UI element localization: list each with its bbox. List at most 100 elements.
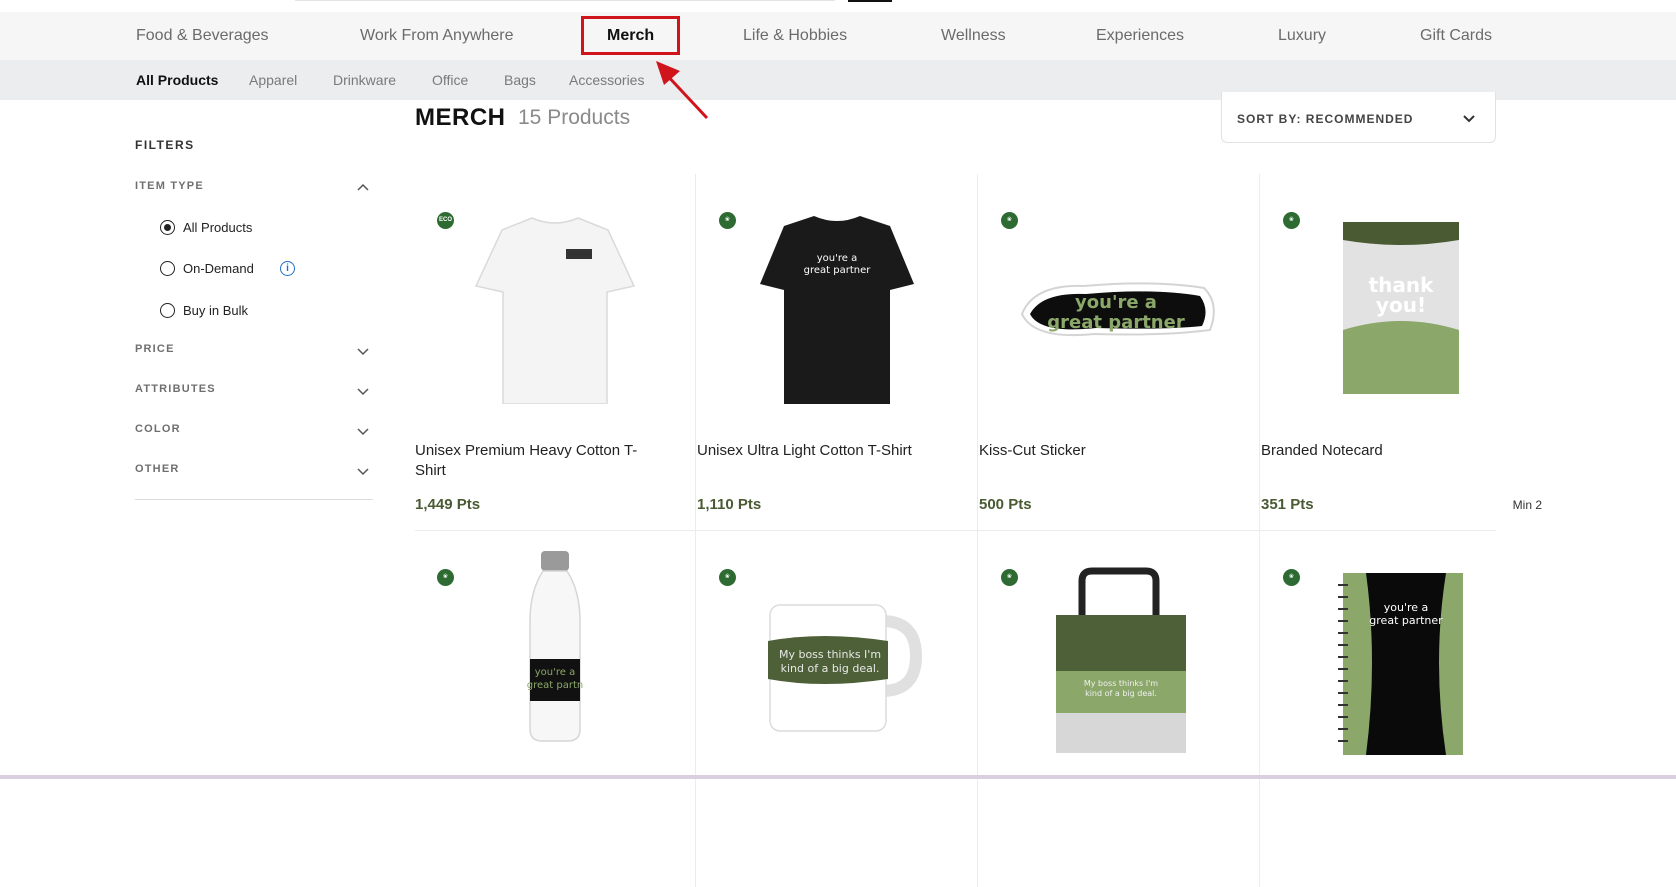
product-name[interactable]: Kiss-Cut Sticker <box>979 441 1209 461</box>
radio-label: Buy in Bulk <box>183 303 249 318</box>
svg-text:My boss thinks I'm: My boss thinks I'm <box>779 648 881 661</box>
nav-luxury[interactable]: Luxury <box>1278 12 1326 60</box>
svg-text:you're a: you're a <box>1075 292 1157 313</box>
product-price: 351 Pts <box>1261 496 1314 513</box>
subnav-drinkware[interactable]: Drinkware <box>333 60 396 100</box>
product-card[interactable]: you're a great partner ❀ Unisex Ultra Li… <box>697 174 978 530</box>
chevron-down-icon <box>357 388 369 396</box>
leaf-badge-icon: ❀ <box>1283 212 1300 229</box>
svg-text:great partner: great partner <box>1369 614 1443 627</box>
merch-highlight-box <box>581 16 680 55</box>
svg-text:great partner: great partner <box>804 265 872 276</box>
nav-work-from-anywhere[interactable]: Work From Anywhere <box>360 12 514 60</box>
product-name[interactable]: Unisex Premium Heavy Cotton T-Shirt <box>415 441 645 481</box>
filter-color-header[interactable]: COLOR <box>135 421 373 441</box>
minimum-quantity: Min 2 <box>1512 498 1542 512</box>
product-price: 1,110 Pts <box>697 496 762 513</box>
subnav-apparel[interactable]: Apparel <box>249 60 297 100</box>
water-bottle-image[interactable]: you're a great partn <box>440 551 670 761</box>
filter-item-type-label: ITEM TYPE <box>135 180 204 192</box>
card-divider <box>695 174 696 530</box>
grid-row-divider <box>415 530 1496 531</box>
filter-attributes-label: ATTRIBUTES <box>135 383 216 395</box>
nav-experiences[interactable]: Experiences <box>1096 12 1184 60</box>
filter-attributes-header[interactable]: ATTRIBUTES <box>135 381 373 401</box>
leaf-badge-icon: ❀ <box>437 569 454 586</box>
chevron-down-icon <box>357 428 369 436</box>
nav-wellness[interactable]: Wellness <box>941 12 1006 60</box>
product-card[interactable]: My boss thinks I'm kind of a big deal. ❀ <box>697 531 978 887</box>
leaf-badge-icon: ❀ <box>719 569 736 586</box>
product-name[interactable]: Branded Notecard <box>1261 441 1491 461</box>
svg-text:you're a: you're a <box>817 253 857 264</box>
filter-other-label: OTHER <box>135 463 180 475</box>
product-card[interactable]: you're a great partn ❀ <box>415 531 696 887</box>
product-card[interactable]: thank you! ❀ Branded Notecard 351 Pts Mi… <box>1261 174 1542 530</box>
leaf-badge-icon: ❀ <box>1001 569 1018 586</box>
subnav-all-products[interactable]: All Products <box>136 60 218 100</box>
card-divider <box>1259 174 1260 530</box>
svg-text:great partn: great partn <box>527 680 583 691</box>
chevron-down-icon <box>357 348 369 356</box>
product-name[interactable]: Unisex Ultra Light Cotton T-Shirt <box>697 441 927 461</box>
svg-text:great partner: great partner <box>1047 312 1185 333</box>
subnav-bags[interactable]: Bags <box>504 60 536 100</box>
black-tshirt-image[interactable]: you're a great partner <box>722 194 952 404</box>
eco-badge-icon: ECO <box>437 212 454 229</box>
card-divider <box>1259 531 1260 887</box>
chevron-up-icon <box>357 183 369 191</box>
filters-title: FILTERS <box>135 138 195 152</box>
chevron-down-icon <box>1463 115 1475 123</box>
page-title: MERCH <box>415 104 506 131</box>
filter-price-header[interactable]: PRICE <box>135 341 373 361</box>
subnav-office[interactable]: Office <box>432 60 468 100</box>
leaf-badge-icon: ❀ <box>1001 212 1018 229</box>
tote-bag-image[interactable]: My boss thinks I'm kind of a big deal. <box>1004 551 1234 761</box>
subnav-accessories[interactable]: Accessories <box>569 60 644 100</box>
svg-text:you're a: you're a <box>535 667 575 678</box>
product-price: 500 Pts <box>979 496 1032 513</box>
svg-text:My boss thinks I'm: My boss thinks I'm <box>1084 679 1158 688</box>
filter-other-header[interactable]: OTHER <box>135 461 373 481</box>
filter-price-label: PRICE <box>135 343 175 355</box>
annotation-arrow-icon <box>656 61 709 120</box>
category-nav: Food & Beverages Work From Anywhere Merc… <box>0 12 1676 60</box>
top-divider <box>295 0 835 1</box>
card-divider <box>977 531 978 887</box>
white-tshirt-image[interactable] <box>440 194 670 404</box>
radio-label: All Products <box>183 220 253 235</box>
nav-life-hobbies[interactable]: Life & Hobbies <box>743 12 847 60</box>
nav-gift-cards[interactable]: Gift Cards <box>1420 12 1492 60</box>
svg-text:you!: you! <box>1376 293 1426 317</box>
notecard-image[interactable]: thank you! <box>1286 194 1516 404</box>
svg-text:you're a: you're a <box>1384 601 1429 614</box>
filters-divider <box>135 499 373 500</box>
notebook-image[interactable]: you're a great partner <box>1286 551 1516 761</box>
svg-text:kind of a big deal.: kind of a big deal. <box>781 662 880 675</box>
product-card[interactable]: ECO Unisex Premium Heavy Cotton T-Shirt … <box>415 174 696 530</box>
top-accent <box>848 0 892 2</box>
svg-text:kind of a big deal.: kind of a big deal. <box>1085 689 1157 698</box>
product-price: 1,449 Pts <box>415 496 481 513</box>
chevron-down-icon <box>357 468 369 476</box>
mug-image[interactable]: My boss thinks I'm kind of a big deal. <box>722 551 952 761</box>
radio-checked[interactable] <box>160 220 175 235</box>
radio-label: On-Demand <box>183 261 254 276</box>
filter-item-type-header[interactable]: ITEM TYPE <box>135 178 373 198</box>
sort-label: SORT BY: RECOMMENDED <box>1237 112 1414 126</box>
leaf-badge-icon: ❀ <box>719 212 736 229</box>
product-card[interactable]: you're a great partner ❀ <box>1261 531 1542 887</box>
radio-unchecked[interactable] <box>160 303 175 318</box>
card-divider <box>695 531 696 887</box>
radio-unchecked[interactable] <box>160 261 175 276</box>
sticker-image[interactable]: you're a great partner <box>1004 194 1234 404</box>
filter-color-label: COLOR <box>135 423 181 435</box>
product-count: 15 Products <box>518 106 631 129</box>
sort-dropdown[interactable]: SORT BY: RECOMMENDED <box>1221 92 1496 143</box>
leaf-badge-icon: ❀ <box>1283 569 1300 586</box>
info-icon[interactable]: i <box>280 261 295 276</box>
product-card[interactable]: My boss thinks I'm kind of a big deal. ❀ <box>979 531 1260 887</box>
product-card[interactable]: you're a great partner ❀ Kiss-Cut Sticke… <box>979 174 1260 530</box>
bottom-border <box>0 775 1676 779</box>
nav-food-beverages[interactable]: Food & Beverages <box>136 12 269 60</box>
